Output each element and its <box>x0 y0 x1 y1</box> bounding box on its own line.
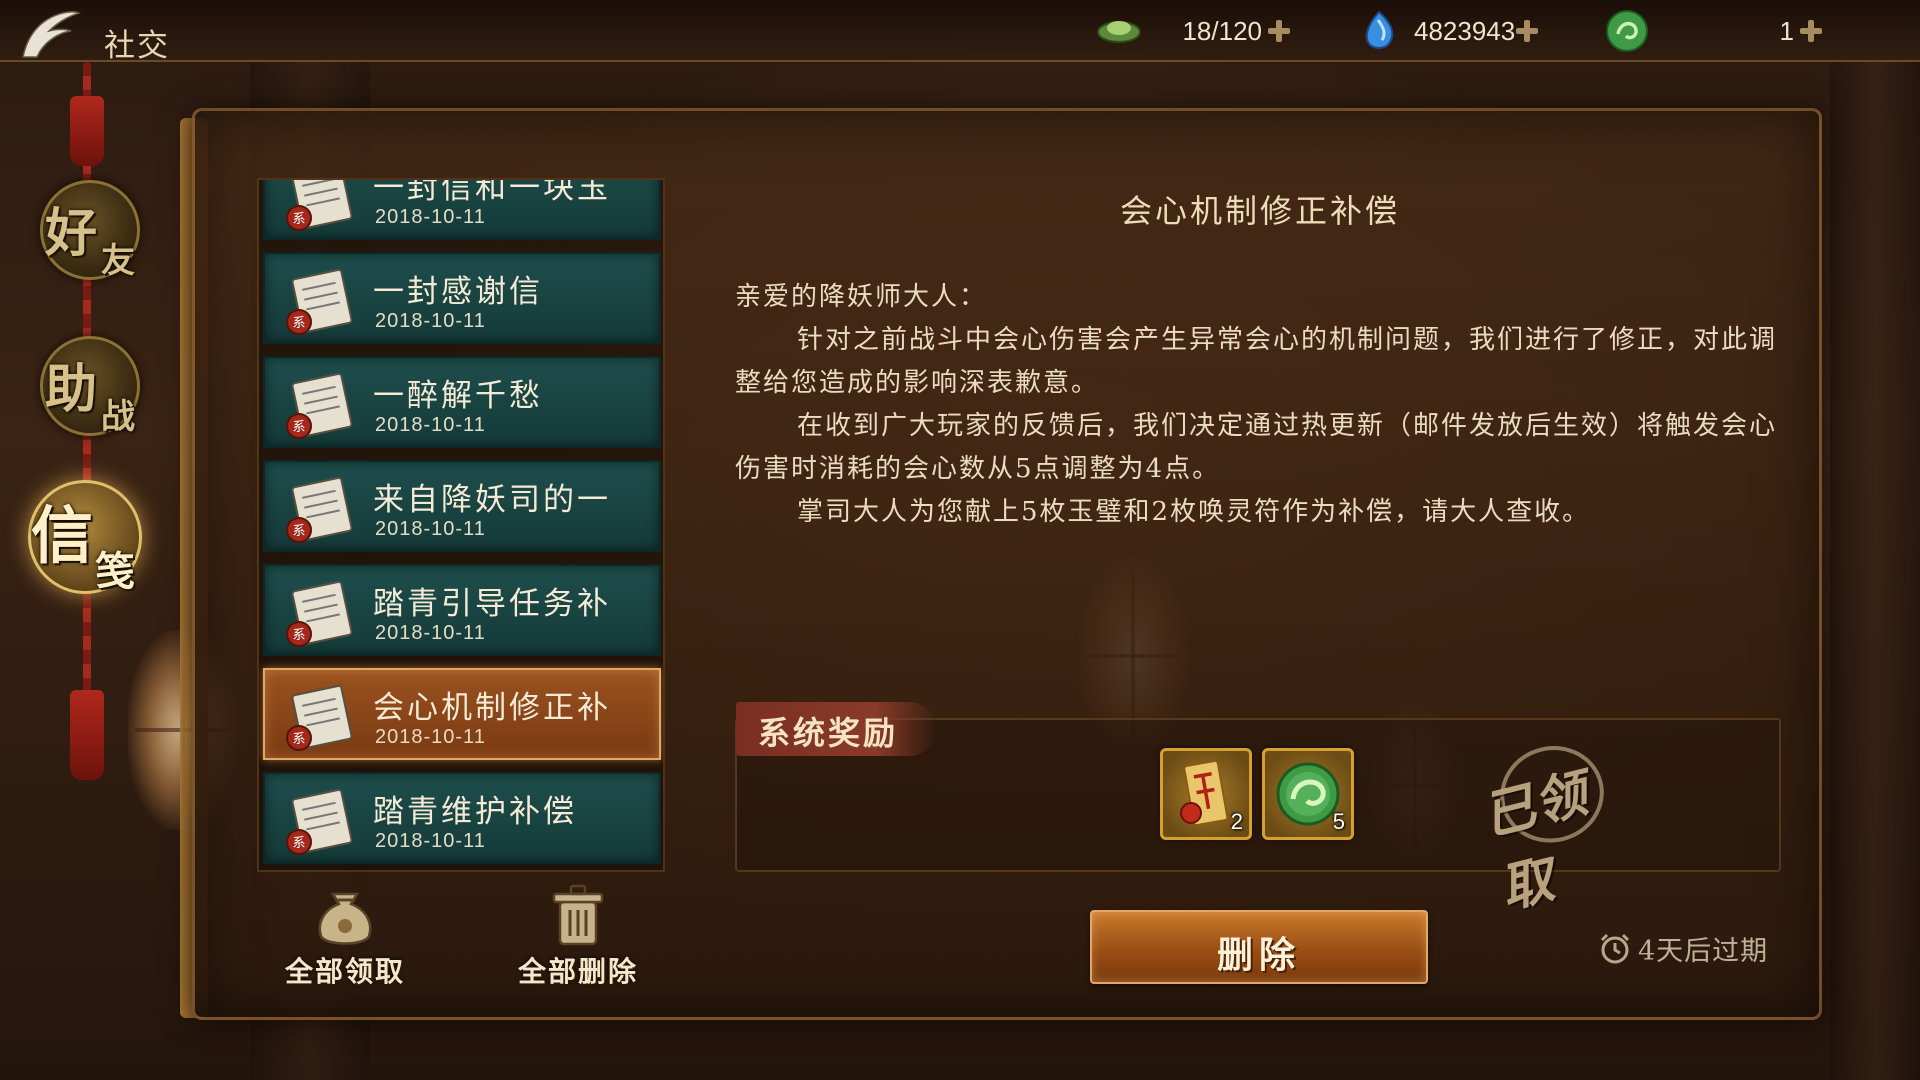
letter-scroll-icon: 系 <box>286 580 353 647</box>
add-stamina-button[interactable] <box>1268 20 1290 42</box>
brush-back-icon <box>22 11 81 58</box>
game-scene: 社交 18/120 4823943 1 好 友 助 战 信 笺 系 一封信和一块… <box>0 0 1920 1080</box>
mail-list-item[interactable]: 系 一封信和一块玉 2018-10-11 <box>263 180 661 240</box>
mail-list-item[interactable]: 系 踏青维护补偿 2018-10-11 <box>263 772 661 864</box>
reward-count: 5 <box>1332 809 1345 834</box>
resource-jade: 1 <box>1604 8 1822 54</box>
svg-text:系: 系 <box>292 420 305 435</box>
svg-text:系: 系 <box>292 836 305 851</box>
tassel-decoration <box>70 690 104 780</box>
mail-paragraph: 掌司大人为您献上5枚玉璧和2枚唤灵符作为补偿，请大人查收。 <box>797 497 1591 527</box>
mail-title: 会心机制修正补偿 <box>1119 192 1400 230</box>
letter-scroll-icon: 系 <box>286 788 353 855</box>
resource-stamina: 18/120 <box>1096 8 1290 54</box>
expire-info: 4天后过期 <box>1596 930 1768 967</box>
letter-scroll-icon: 系 <box>286 684 353 751</box>
reward-item-jade[interactable]: 5 <box>1262 748 1354 840</box>
blue-crystal-icon <box>1356 8 1402 54</box>
tassel-decoration <box>70 96 104 166</box>
letter-scroll-icon: 系 <box>286 268 353 335</box>
jade-value: 1 <box>1779 15 1794 46</box>
nav-tab-mail[interactable]: 信 笺 <box>28 480 142 595</box>
mail-list-item[interactable]: 系 一封感谢信 2018-10-11 <box>263 252 661 344</box>
back-button[interactable] <box>14 6 84 62</box>
svg-text:系: 系 <box>292 316 305 331</box>
mail-list[interactable]: 系 一封信和一块玉 2018-10-11 系 一封感谢信 2018-10-11 … <box>257 178 665 872</box>
reward-item-talisman[interactable]: 2 <box>1160 748 1252 840</box>
nav-tab-assist[interactable]: 助 战 <box>40 336 140 437</box>
reward-count: 2 <box>1230 809 1243 834</box>
stamina-value: 18/120 <box>1182 15 1262 46</box>
svg-text:系: 系 <box>292 524 305 539</box>
claim-all-button[interactable]: 全部领取 <box>270 880 420 990</box>
mail-body: 亲爱的降妖师大人： 针对之前战斗中会心伤害会产生异常会心的机制问题，我们进行了修… <box>735 276 1780 534</box>
mail-list-item[interactable]: 系 来自降妖司的一 2018-10-11 <box>263 460 661 552</box>
mail-paragraph: 针对之前战斗中会心伤害会产生异常会心的机制问题，我们进行了修正，对此调整给您造成… <box>735 325 1778 398</box>
svg-text:系: 系 <box>292 212 305 227</box>
mail-list-item-selected[interactable]: 系 会心机制修正补 2018-10-11 <box>263 668 661 760</box>
svg-text:系: 系 <box>292 628 305 643</box>
crystal-value: 4823943 <box>1414 15 1516 46</box>
add-crystal-button[interactable] <box>1516 20 1538 42</box>
mail-list-item[interactable]: 系 踏青引导任务补 2018-10-11 <box>263 564 661 656</box>
trash-can-icon <box>552 884 604 946</box>
nav-tab-friends[interactable]: 好 友 <box>40 180 140 281</box>
alarm-clock-icon <box>1600 933 1630 964</box>
add-jade-button[interactable] <box>1800 20 1822 42</box>
mail-paragraph: 在收到广大玩家的反馈后，我们决定通过热更新（邮件发放后生效）将触发会心伤害时消耗… <box>735 411 1778 484</box>
resource-crystal: 4823943 <box>1356 8 1538 54</box>
green-jade-disc-icon <box>1604 8 1650 54</box>
background-pillar <box>1830 60 1920 1080</box>
delete-all-button[interactable]: 全部删除 <box>503 880 653 990</box>
jade-leaf-icon <box>1096 8 1142 54</box>
mail-greeting: 亲爱的降妖师大人： <box>735 282 988 312</box>
letter-scroll-icon: 系 <box>286 476 353 543</box>
reward-section-label: 系统奖励 <box>736 702 936 756</box>
delete-button[interactable]: 删除 <box>1090 910 1428 984</box>
mail-list-item[interactable]: 系 一醉解千愁 2018-10-11 <box>263 356 661 448</box>
svg-text:系: 系 <box>292 732 305 747</box>
screen-title: 社交 <box>104 28 170 64</box>
letter-scroll-icon: 系 <box>286 180 353 231</box>
money-bag-icon <box>318 892 372 945</box>
top-bar: 社交 18/120 4823943 1 <box>0 0 1920 64</box>
letter-scroll-icon: 系 <box>286 372 353 439</box>
